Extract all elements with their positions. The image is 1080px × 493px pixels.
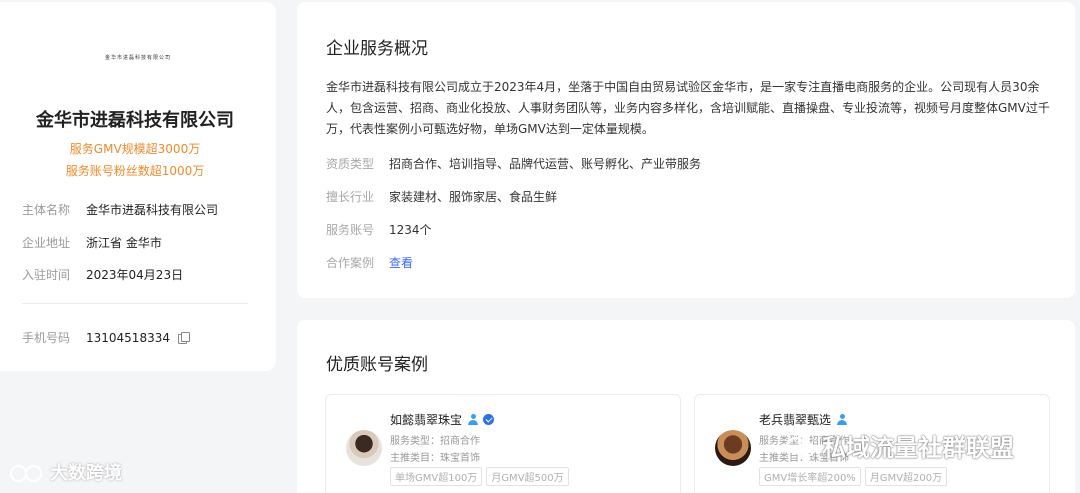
profile-card: 金华市进磊科技有限公司 金华市进磊科技有限公司 服务GMV规模超3000万 服务… <box>0 2 276 371</box>
case-name: 老兵翡翠甄选 <box>759 413 832 427</box>
overview-description: 金华市进磊科技有限公司成立于2023年4月，坐落于中国自由贸易试验区金华市，是一… <box>326 80 1050 136</box>
watermark-right: 私域流量社群联盟 <box>786 428 1014 463</box>
info-row-join-date: 入驻时间 2023年04月23日 <box>22 266 183 283</box>
company-name: 金华市进磊科技有限公司 <box>36 110 234 131</box>
attr-cases: 合作案例 查看 <box>326 254 413 271</box>
fans-stat: 服务账号粉丝数超1000万 <box>65 164 205 178</box>
attr-label: 服务账号 <box>326 223 375 237</box>
watermark-left-text: 大数跨境 <box>50 463 122 484</box>
attr-qualification: 资质类型 招商合作、培训指导、品牌代运营、账号孵化、产业带服务 <box>326 155 701 172</box>
verified-icon <box>483 414 495 425</box>
attr-label: 资质类型 <box>326 157 375 171</box>
avatar <box>715 430 751 466</box>
info-row-phone: 手机号码 13104518334 <box>22 329 190 346</box>
attr-label: 擅长行业 <box>326 190 375 204</box>
info-row-entity: 主体名称 金华市进磊科技有限公司 <box>22 201 218 218</box>
case-name-row: 如懿翡翠珠宝 <box>390 411 495 428</box>
watermark-right-text: 私域流量社群联盟 <box>822 434 1014 462</box>
wechat-icon <box>786 434 818 458</box>
case-tag: 月GMV超200万 <box>864 467 948 486</box>
case-tag: 月GMV超500万 <box>486 467 569 486</box>
case-tags: GMV增长率超200% 月GMV超200万 <box>759 467 948 486</box>
attr-label: 合作案例 <box>326 256 375 270</box>
info-value: 浙江省 金华市 <box>86 236 162 250</box>
info-value: 金华市进磊科技有限公司 <box>86 203 219 217</box>
service-overview-card: 企业服务概况 金华市进磊科技有限公司成立于2023年4月，坐落于中国自由贸易试验… <box>297 2 1075 298</box>
case-tag: 单场GMV超100万 <box>390 467 483 486</box>
attr-value: 家装建材、服饰家居、食品生鲜 <box>389 190 558 204</box>
watermark-left: 大数跨境 <box>10 459 122 485</box>
company-logo: 金华市进磊科技有限公司 <box>104 55 171 61</box>
case-name: 如懿翡翠珠宝 <box>390 413 463 427</box>
info-row-address: 企业地址 浙江省 金华市 <box>22 234 162 251</box>
info-label: 主体名称 <box>22 203 71 217</box>
case-tag: GMV增长率超200% <box>759 467 861 486</box>
phone-label: 手机号码 <box>22 331 71 345</box>
info-label: 企业地址 <box>22 236 71 250</box>
case-service-type: 服务类型：招商合作 <box>390 436 480 447</box>
attr-value: 1234个 <box>389 223 432 237</box>
gmv-stat: 服务GMV规模超3000万 <box>69 142 201 156</box>
person-icon <box>468 414 479 425</box>
case-category: 主推类目：珠宝首饰 <box>390 453 480 464</box>
attr-accounts: 服务账号 1234个 <box>326 221 432 238</box>
person-icon <box>837 414 848 425</box>
avatar <box>346 430 382 466</box>
phone-value: 13104518334 <box>86 330 170 345</box>
attr-value: 招商合作、培训指导、品牌代运营、账号孵化、产业带服务 <box>389 157 702 171</box>
info-label: 入驻时间 <box>22 268 71 282</box>
info-value: 2023年04月23日 <box>86 268 184 282</box>
case-item[interactable]: 如懿翡翠珠宝 服务类型：招商合作 主推类目：珠宝首饰 单场GMV超100万 月G… <box>325 394 681 493</box>
attr-industry: 擅长行业 家装建材、服饰家居、食品生鲜 <box>326 188 557 205</box>
watermark-logo-icon <box>10 463 44 482</box>
cases-title: 优质账号案例 <box>326 355 428 375</box>
quality-cases-card: 优质账号案例 如懿翡翠珠宝 服务类型：招商合作 主推类目：珠宝首饰 单场GMV超… <box>297 320 1075 493</box>
copy-icon[interactable] <box>177 332 190 344</box>
divider <box>22 303 248 304</box>
case-name-row: 老兵翡翠甄选 <box>759 411 848 428</box>
view-cases-link[interactable]: 查看 <box>389 254 413 271</box>
case-tags: 单场GMV超100万 月GMV超500万 <box>390 467 569 486</box>
overview-title: 企业服务概况 <box>326 39 428 59</box>
